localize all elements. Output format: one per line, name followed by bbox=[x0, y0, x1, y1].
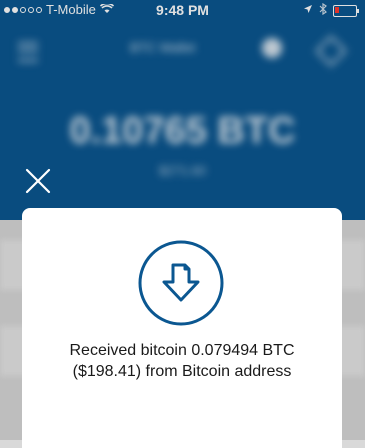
close-icon bbox=[25, 168, 51, 194]
close-button[interactable] bbox=[22, 165, 54, 197]
received-download-icon bbox=[136, 238, 226, 328]
received-message: Received bitcoin 0.079494 BTC ($198.41) … bbox=[69, 342, 295, 380]
transaction-modal: Received bitcoin 0.079494 BTC ($198.41) … bbox=[22, 208, 342, 448]
